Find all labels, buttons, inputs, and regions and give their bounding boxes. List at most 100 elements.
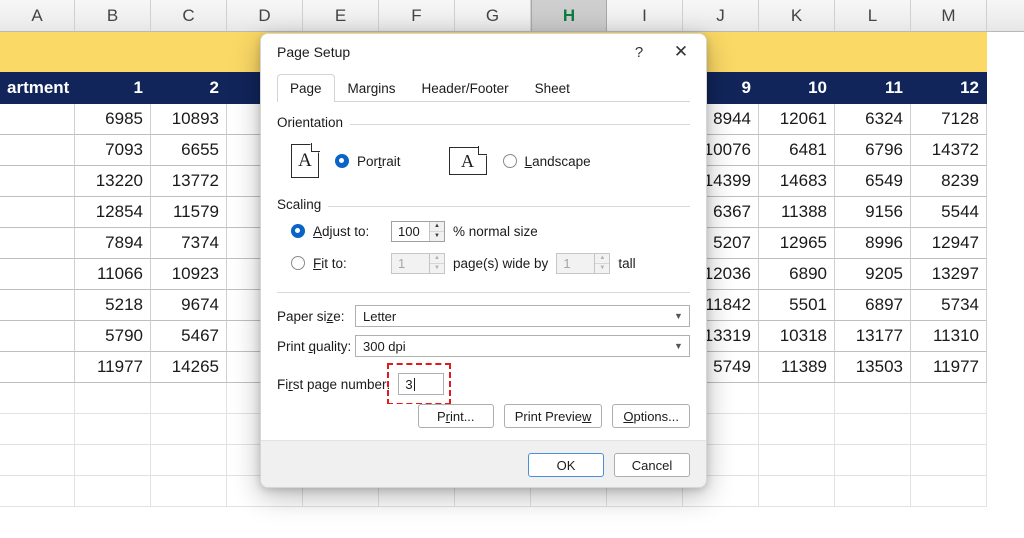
help-icon[interactable]: ? bbox=[618, 35, 660, 69]
cell[interactable] bbox=[911, 383, 987, 414]
ok-button[interactable]: OK bbox=[528, 453, 604, 477]
cell[interactable]: 9205 bbox=[835, 259, 911, 290]
column-header-a[interactable]: A bbox=[0, 0, 75, 31]
cell[interactable]: 7894 bbox=[75, 228, 151, 259]
cell[interactable] bbox=[835, 32, 911, 72]
cell[interactable]: 10318 bbox=[759, 321, 835, 352]
cell[interactable]: 6897 bbox=[835, 290, 911, 321]
column-header-g[interactable]: G bbox=[455, 0, 531, 31]
cancel-button[interactable]: Cancel bbox=[614, 453, 690, 477]
cell[interactable] bbox=[0, 352, 75, 383]
column-header-m[interactable]: M bbox=[911, 0, 987, 31]
cell[interactable] bbox=[835, 445, 911, 476]
cell[interactable]: 2 bbox=[151, 72, 227, 104]
cell[interactable]: 5501 bbox=[759, 290, 835, 321]
cell[interactable]: 11310 bbox=[911, 321, 987, 352]
cell[interactable]: 5734 bbox=[911, 290, 987, 321]
stepper-up-icon[interactable]: ▲ bbox=[430, 222, 444, 232]
cell[interactable] bbox=[911, 32, 987, 72]
cell[interactable] bbox=[75, 32, 151, 72]
cell[interactable]: artment bbox=[0, 72, 75, 104]
cell[interactable] bbox=[911, 414, 987, 445]
cell[interactable]: 12061 bbox=[759, 104, 835, 135]
cell[interactable] bbox=[835, 476, 911, 507]
column-header-b[interactable]: B bbox=[75, 0, 151, 31]
fit-to-wide-value[interactable]: 1 bbox=[392, 254, 429, 273]
cell[interactable]: 11388 bbox=[759, 197, 835, 228]
cell[interactable]: 11 bbox=[835, 72, 911, 104]
cell[interactable] bbox=[0, 197, 75, 228]
fit-to-wide-stepper-buttons[interactable]: ▲ ▼ bbox=[429, 253, 444, 273]
cell[interactable]: 13220 bbox=[75, 166, 151, 197]
stepper-down-icon[interactable]: ▼ bbox=[430, 232, 444, 241]
close-icon[interactable]: ✕ bbox=[660, 35, 702, 69]
print-preview-button[interactable]: Print Previe w bbox=[503, 404, 603, 428]
cell[interactable]: 6985 bbox=[75, 104, 151, 135]
chevron-down-icon[interactable]: ▼ bbox=[668, 336, 689, 356]
tab-sheet[interactable]: Sheet bbox=[522, 74, 583, 102]
adjust-to-value[interactable]: 100 bbox=[392, 222, 429, 241]
cell[interactable]: 5467 bbox=[151, 321, 227, 352]
landscape-radio-option[interactable]: Landscape bbox=[502, 154, 591, 169]
cell[interactable] bbox=[0, 445, 75, 476]
cell[interactable]: 12947 bbox=[911, 228, 987, 259]
first-page-number-input[interactable]: 3 bbox=[398, 373, 445, 395]
cell[interactable]: 14265 bbox=[151, 352, 227, 383]
landscape-page-icon[interactable]: A bbox=[448, 145, 488, 175]
cell[interactable]: 10893 bbox=[151, 104, 227, 135]
tab-margins[interactable]: Margins bbox=[335, 74, 409, 102]
cell[interactable]: 7128 bbox=[911, 104, 987, 135]
adjust-to-stepper[interactable]: 100 ▲ ▼ bbox=[391, 220, 445, 242]
column-header-d[interactable]: D bbox=[227, 0, 303, 31]
cell[interactable] bbox=[0, 228, 75, 259]
cell[interactable] bbox=[911, 445, 987, 476]
cell[interactable] bbox=[0, 32, 75, 72]
stepper-down-icon[interactable]: ▼ bbox=[430, 264, 444, 273]
cell[interactable] bbox=[0, 414, 75, 445]
fit-to-tall-stepper-buttons[interactable]: ▲ ▼ bbox=[594, 253, 610, 273]
cell[interactable]: 9674 bbox=[151, 290, 227, 321]
cell[interactable] bbox=[151, 445, 227, 476]
stepper-up-icon[interactable]: ▲ bbox=[430, 254, 444, 264]
cell[interactable]: 13177 bbox=[835, 321, 911, 352]
column-header-c[interactable]: C bbox=[151, 0, 227, 31]
cell[interactable] bbox=[759, 383, 835, 414]
cell[interactable]: 6549 bbox=[835, 166, 911, 197]
cell[interactable]: 11977 bbox=[75, 352, 151, 383]
landscape-radio[interactable] bbox=[502, 154, 517, 168]
cell[interactable]: 8239 bbox=[911, 166, 987, 197]
cell[interactable]: 14372 bbox=[911, 135, 987, 166]
cell[interactable] bbox=[0, 135, 75, 166]
cell[interactable]: 9156 bbox=[835, 197, 911, 228]
tab-header-footer[interactable]: Header/Footer bbox=[409, 74, 522, 102]
stepper-down-icon[interactable]: ▼ bbox=[595, 264, 609, 273]
column-header-f[interactable]: F bbox=[379, 0, 455, 31]
stepper-up-icon[interactable]: ▲ bbox=[595, 254, 610, 264]
column-header-i[interactable]: I bbox=[607, 0, 683, 31]
cell[interactable]: 11066 bbox=[75, 259, 151, 290]
portrait-radio[interactable] bbox=[335, 154, 349, 168]
cell[interactable] bbox=[759, 32, 835, 72]
cell[interactable] bbox=[0, 383, 75, 414]
cell[interactable] bbox=[911, 476, 987, 507]
cell[interactable]: 5544 bbox=[911, 197, 987, 228]
cell[interactable]: 12 bbox=[911, 72, 987, 104]
cell[interactable]: 6655 bbox=[151, 135, 227, 166]
fit-to-tall-value[interactable]: 1 bbox=[557, 254, 594, 273]
cell[interactable] bbox=[151, 383, 227, 414]
cell[interactable] bbox=[75, 383, 151, 414]
paper-size-select[interactable]: Letter ▼ bbox=[355, 305, 690, 327]
cell[interactable]: 8996 bbox=[835, 228, 911, 259]
cell[interactable] bbox=[151, 414, 227, 445]
cell[interactable] bbox=[0, 259, 75, 290]
cell[interactable]: 7374 bbox=[151, 228, 227, 259]
adjust-to-radio[interactable] bbox=[291, 224, 305, 238]
cell[interactable] bbox=[151, 476, 227, 507]
adjust-to-stepper-buttons[interactable]: ▲ ▼ bbox=[429, 221, 444, 241]
fit-to-tall-stepper[interactable]: 1 ▲ ▼ bbox=[556, 252, 611, 274]
portrait-page-icon[interactable]: A bbox=[291, 142, 321, 178]
cell[interactable] bbox=[835, 414, 911, 445]
cell[interactable] bbox=[0, 166, 75, 197]
cell[interactable] bbox=[151, 32, 227, 72]
column-header-h[interactable]: H bbox=[531, 0, 607, 31]
